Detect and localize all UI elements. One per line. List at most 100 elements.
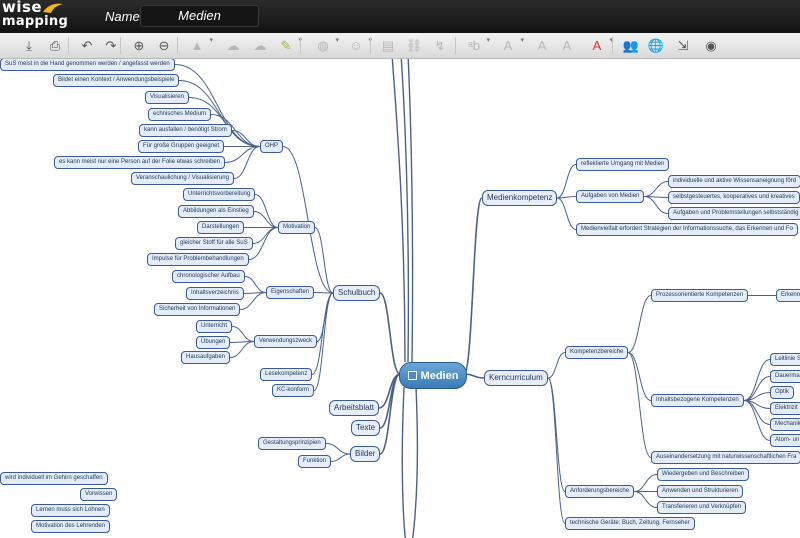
topic-eigensch[interactable]: Eigenschaften: [266, 286, 315, 299]
icon-picker-icon[interactable]: ☺▾: [345, 35, 372, 56]
topic-inhaltsbez[interactable]: Inhaltsbezogene Kompetenzen: [651, 394, 744, 407]
topic-chrono[interactable]: chronologischer Aufbau: [172, 270, 245, 283]
italic-icon[interactable]: A: [556, 35, 578, 56]
mindmap-canvas[interactable]: Medien SuS meist in die Hand genommen we…: [0, 59, 800, 538]
share-icon[interactable]: 👥: [620, 35, 642, 56]
toolbar-separator: [455, 37, 456, 54]
topic-wiedergeben[interactable]: Wiedergeben und Beschreiben: [657, 468, 750, 481]
topic-elektri[interactable]: Elektrizit: [770, 402, 800, 415]
topic-aufgaben[interactable]: Aufgaben von Medien: [576, 190, 645, 203]
bold-icon[interactable]: A: [531, 35, 553, 56]
topic-haus[interactable]: Hausaufgaben: [181, 351, 231, 364]
topic-erkenn[interactable]: Erkennt: [776, 289, 800, 302]
relationship-icon[interactable]: ↯: [429, 35, 451, 56]
topic-kontext[interactable]: Bildet einen Kontext / Anwendungsbeispie…: [53, 74, 180, 87]
download-icon[interactable]: ⤓: [18, 35, 40, 56]
topic-optik[interactable]: Optik: [770, 386, 795, 399]
font-color-icon[interactable]: A▾: [586, 35, 613, 56]
topic-reflekt[interactable]: reflektierte Umgang mit Medien: [576, 158, 670, 171]
topic-indiv2[interactable]: individuelle und aktive Wissensaneignung…: [668, 175, 800, 188]
delete-topic-icon[interactable]: ☁: [249, 35, 271, 56]
topic-texte[interactable]: Texte: [351, 420, 381, 436]
topic-motiv2[interactable]: Motivation des Lehrenden: [31, 520, 111, 533]
topic-lese[interactable]: Lesekompetenz: [260, 368, 313, 381]
topic-lernen[interactable]: Lernen muss sich Lohnen: [31, 504, 110, 517]
link-icon[interactable]: ⛓: [403, 35, 425, 56]
topic-motivation[interactable]: Motivation: [278, 221, 316, 234]
topic-kompbereiche[interactable]: Kompetenzbereiche: [565, 346, 629, 359]
redo-icon[interactable]: ↷: [100, 35, 122, 56]
connector-line: [556, 164, 577, 199]
topic-techn[interactable]: echnisches Medium: [148, 108, 212, 121]
topic-ausfallen[interactable]: kann ausfallen / benötigt Strom: [139, 124, 232, 137]
topic-aufgprob[interactable]: Aufgaben und Problemstellungen selbststä…: [668, 207, 800, 220]
zoom-in-icon[interactable]: ⊕: [128, 35, 150, 56]
topic-mechanik[interactable]: Mechanik: [770, 418, 800, 431]
topic-prozess[interactable]: Prozessorientierte Kompetenzen: [651, 289, 749, 302]
topic-transfer[interactable]: Transferieren und Verknüpfen: [657, 501, 747, 514]
topic-kc[interactable]: KC-konform: [272, 384, 315, 397]
history-icon[interactable]: ◉: [700, 35, 722, 56]
topic-selbst[interactable]: selbstgesteuertes, kooperatives und krea…: [668, 191, 800, 204]
publish-icon[interactable]: 🌐: [645, 35, 667, 56]
font-family-icon[interactable]: ᵃb ▾: [463, 35, 490, 56]
connector-line: [412, 386, 419, 538]
topic-bilder[interactable]: Bilder: [350, 446, 381, 462]
node-shape-icon[interactable]: ▲ ▾: [186, 35, 213, 56]
note-icon[interactable]: ▤: [377, 35, 399, 56]
logo-bird-icon: [43, 3, 63, 13]
top-bar: wise mapping Name: Medien: [0, 0, 800, 33]
connector-line: [643, 181, 669, 197]
topic-inhalts[interactable]: Inhaltsverzeichnis: [186, 287, 244, 300]
topic-vorwissen[interactable]: Vorwissen: [80, 488, 118, 501]
topic-color-icon[interactable]: ◍ ▾: [312, 35, 339, 56]
border-color-icon[interactable]: ✎▾: [275, 35, 302, 56]
topic-leitlinie[interactable]: Leitlinie S: [770, 353, 800, 366]
connector-line: [239, 292, 267, 310]
topic-verwend[interactable]: Verwendungszweck: [254, 335, 318, 348]
toolbar: ⤓⎙↶↷⊕⊖▲▾☁☁✎▾◍▾☺▾▤⛓↯ᵃb▾A▾AAA▾👥🌐⇲◉: [0, 33, 800, 59]
topic-vielfalt[interactable]: Medienvielfalt erfordert Strategien der …: [576, 223, 798, 236]
zoom-out-icon[interactable]: ⊖: [153, 35, 175, 56]
topic-unterrichtsvorb[interactable]: Unterrichtsvorbereitung: [183, 188, 256, 201]
topic-funktion[interactable]: Funktion: [298, 455, 332, 468]
topic-arbeitsblatt[interactable]: Arbeitsblatt: [329, 400, 380, 416]
connector-line: [633, 491, 658, 508]
topic-ohp[interactable]: OHP: [260, 140, 284, 153]
font-size-icon[interactable]: A ▾: [497, 35, 524, 56]
topic-atom[interactable]: Atom- un: [770, 434, 800, 447]
topic-person[interactable]: es kann meist nur eine Person auf der Fo…: [54, 156, 226, 169]
topic-gruppen[interactable]: Für große Gruppen geeignet: [138, 140, 225, 153]
topic-visual[interactable]: Visualisieren: [145, 91, 189, 104]
connector-line: [547, 352, 566, 379]
export-icon[interactable]: ⇲: [672, 35, 694, 56]
map-name-field[interactable]: Medien: [140, 5, 259, 27]
topic-uebungen[interactable]: Übungen: [196, 336, 231, 349]
topic-individuell[interactable]: wird individuell im Gehirn geschaffen: [0, 472, 108, 485]
central-topic-label: Medien: [420, 369, 459, 382]
connector-line: [463, 197, 483, 375]
topic-schulbuch[interactable]: Schulbuch: [333, 285, 381, 301]
topic-dauerm[interactable]: Dauerma: [770, 370, 800, 383]
topic-medienkomp[interactable]: Medienkompetenz: [482, 190, 558, 206]
central-topic[interactable]: Medien: [399, 362, 467, 389]
print-icon[interactable]: ⎙: [44, 35, 66, 56]
topic-sicherheit[interactable]: Sicherheit von Informationen: [154, 303, 241, 316]
topic-kerncurr[interactable]: Kerncurriculum: [484, 370, 548, 386]
topic-anwenden[interactable]: Anwenden und Strukturieren: [657, 485, 744, 498]
toolbar-separator: [300, 37, 301, 54]
topic-darst[interactable]: Darstellungen: [197, 221, 245, 234]
topic-sus[interactable]: SuS meist in die Hand genommen werden / …: [0, 59, 175, 71]
add-topic-icon[interactable]: ☁: [222, 35, 244, 56]
undo-icon[interactable]: ↶: [76, 35, 98, 56]
topic-ausein[interactable]: Auseinandersetzung mit naturwissenschaft…: [651, 451, 800, 464]
topic-gestalt[interactable]: Gestaltungsprinzipien: [258, 437, 326, 450]
topic-unterricht[interactable]: Unterricht: [196, 320, 233, 333]
connector-line: [743, 400, 771, 441]
topic-techgeraete[interactable]: technische Geräte: Buch, Zeitung, Fernse…: [565, 517, 695, 530]
topic-impulse[interactable]: Impulse für Problembehandlungen: [147, 253, 249, 266]
topic-gleicher[interactable]: gleicher Stoff für alle SuS: [175, 237, 253, 250]
topic-abbild[interactable]: Abbildungen als Einstieg: [178, 205, 254, 218]
topic-anford[interactable]: Anforderungsbereiche: [565, 485, 635, 498]
topic-veransch[interactable]: Veranschaulichung / Visualisierung: [131, 172, 234, 185]
